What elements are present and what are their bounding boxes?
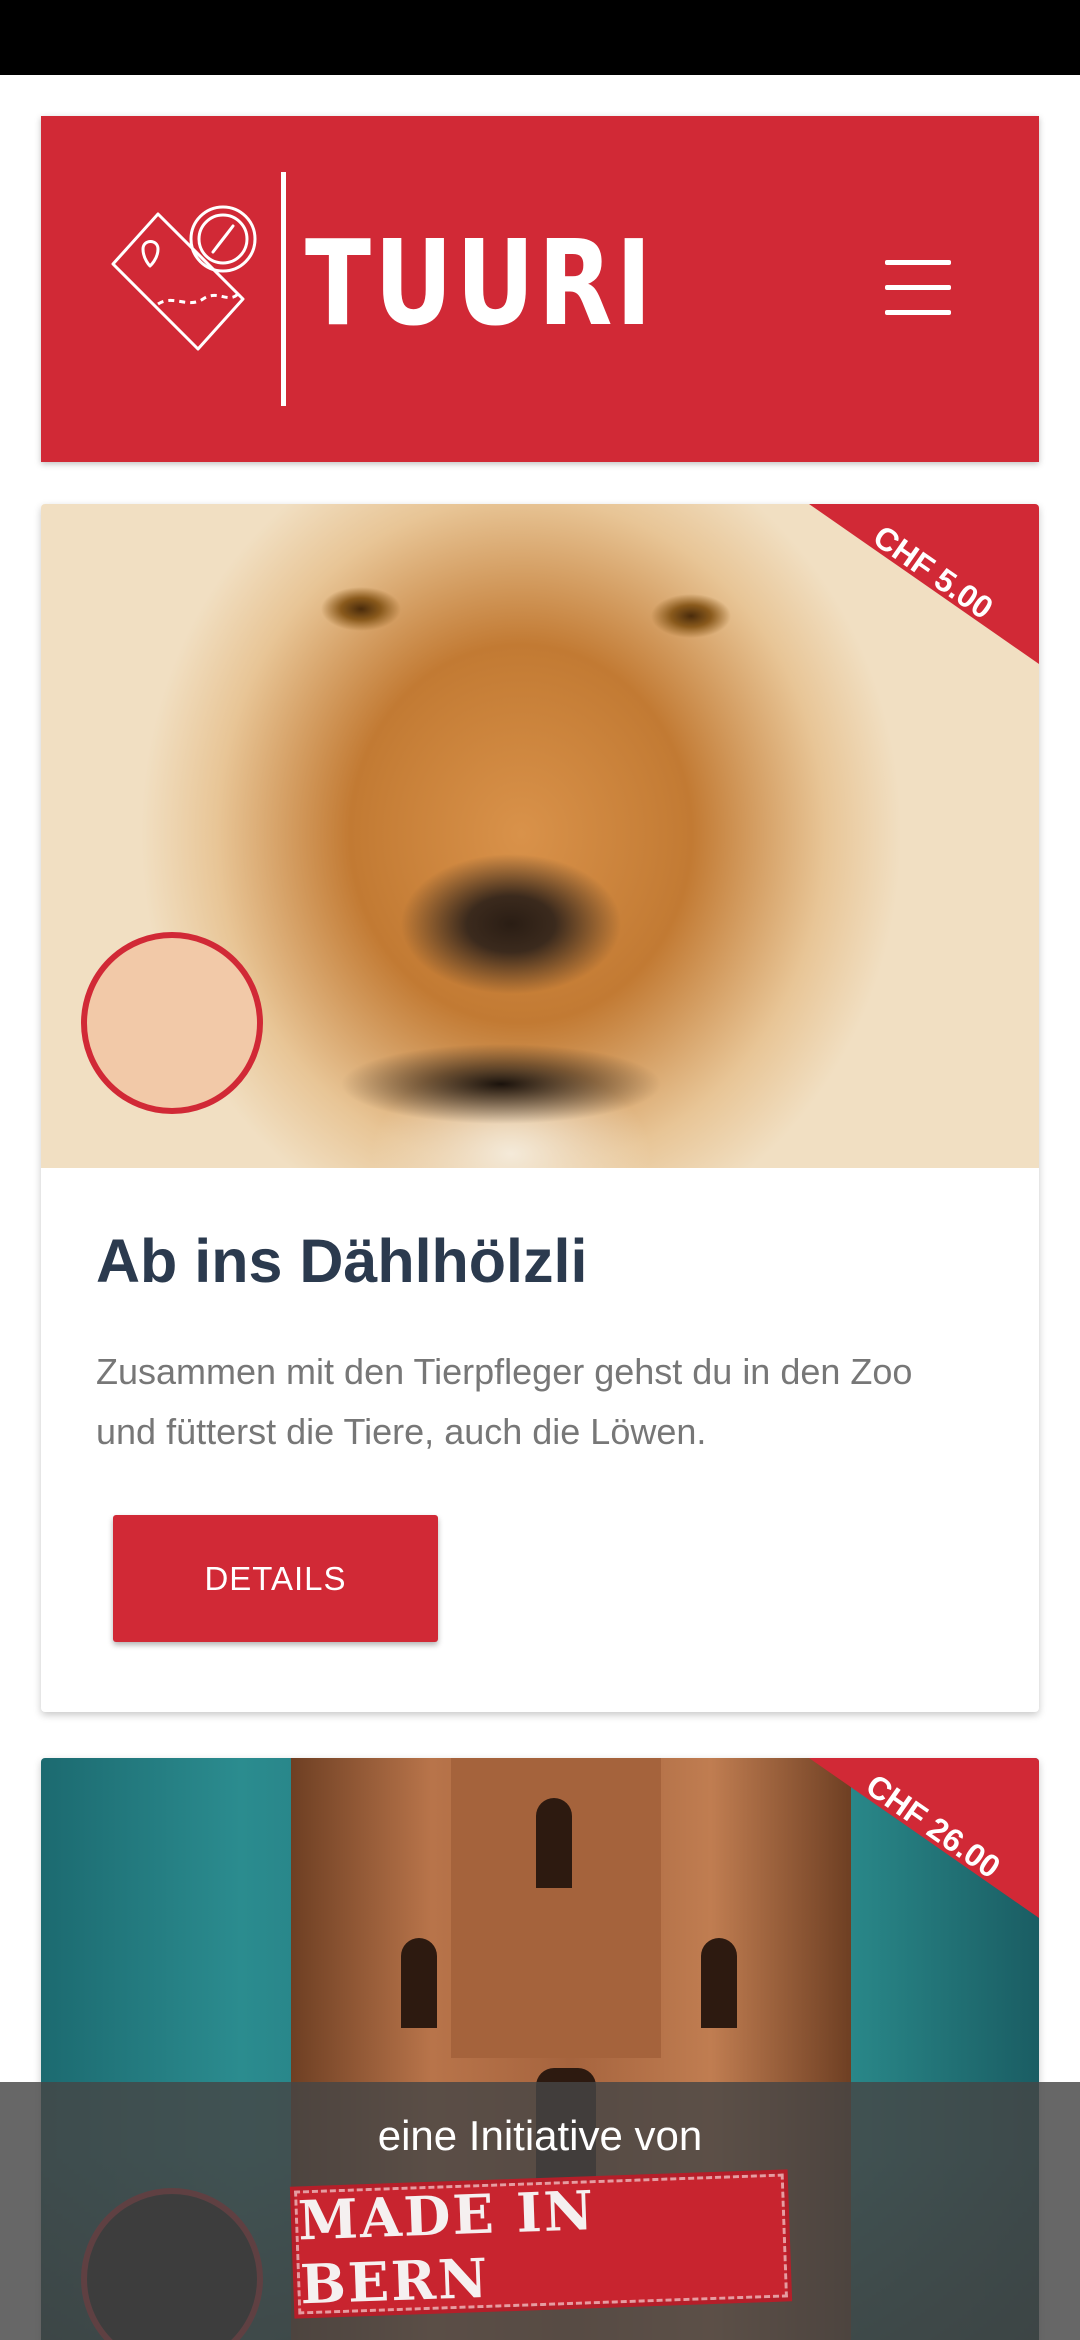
map-compass-icon[interactable] [103,194,283,374]
menu-line [885,260,951,265]
logo-divider [281,172,286,406]
church-window [701,1938,737,2028]
host-avatar[interactable] [81,932,263,1114]
site-header: TUURI [41,116,1039,462]
church-window [536,1798,572,1888]
status-bar [0,0,1080,75]
brand-logo-text[interactable]: TUURI [305,224,655,342]
badge-label: MADE IN BERN [296,2178,597,2317]
footer-text: eine Initiative von [377,2112,703,2159]
card-description: Zusammen mit den Tierpfleger gehst du in… [96,1351,913,1452]
details-button[interactable]: DETAILS [113,1515,438,1642]
menu-line [885,310,951,315]
hamburger-menu-button[interactable] [885,260,955,316]
offer-card: CHF 5.00 Ab ins Dählhölzli Zusammen mit … [41,504,1039,1712]
church-window [401,1938,437,2028]
made-in-bern-badge[interactable]: MADE IN BERN [289,2168,793,2320]
initiative-footer: eine Initiative von MADE IN BERN [0,2082,1080,2340]
menu-line [885,285,951,290]
card-title: Ab ins Dählhölzli [96,1227,588,1295]
